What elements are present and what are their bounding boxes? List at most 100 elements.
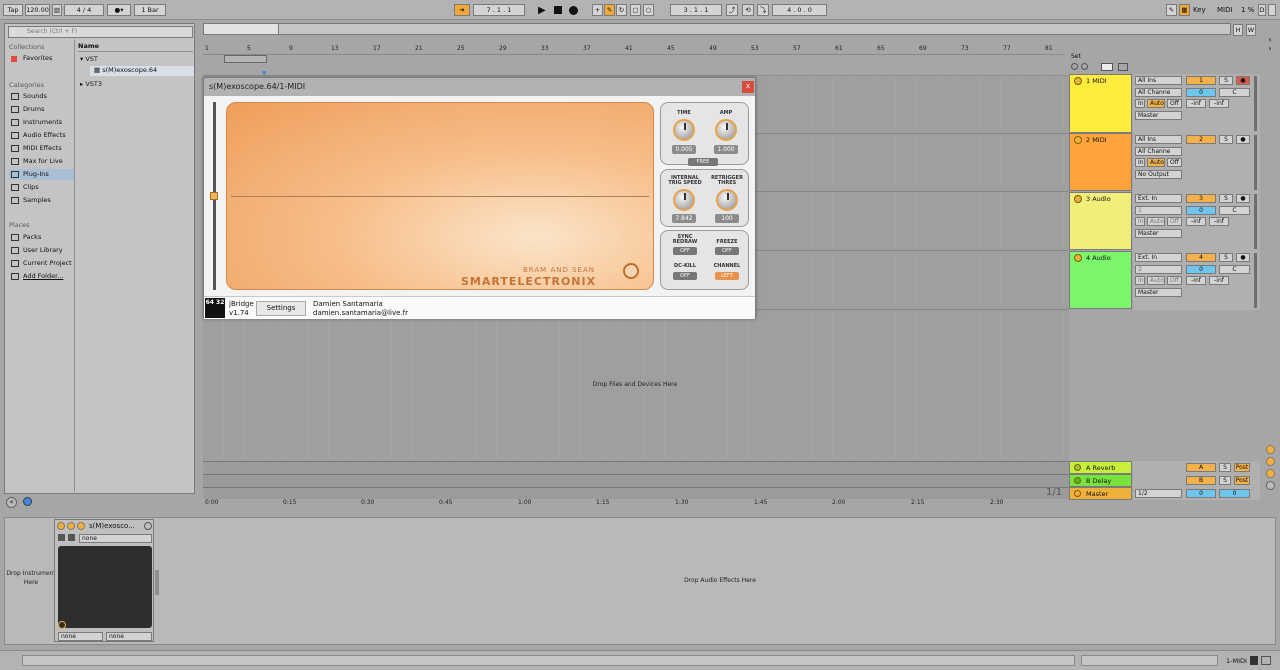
monitor-off[interactable]: Off [1167, 276, 1182, 285]
record-icon[interactable] [569, 6, 578, 15]
punch-in-icon[interactable]: ⤴ [726, 4, 738, 16]
time-signature[interactable]: 4 / 4 [64, 4, 104, 16]
input-channel-select[interactable]: All Channe [1135, 147, 1182, 156]
play-icon[interactable]: ▶ [538, 5, 546, 16]
back-to-arrangement-icon[interactable] [1071, 63, 1078, 70]
monitor-auto[interactable]: Auto [1147, 217, 1165, 226]
place-current-project[interactable]: Current Project [9, 258, 74, 269]
category-drums[interactable]: Drums [9, 104, 74, 115]
arm-record-icon[interactable]: ● [1236, 253, 1250, 262]
midi-map-button[interactable]: MIDI [1217, 6, 1233, 14]
input-channel-select[interactable]: 1 [1135, 206, 1182, 215]
w-button[interactable]: W [1246, 24, 1256, 36]
monitor-in[interactable]: In [1135, 276, 1145, 285]
send-a-field[interactable]: -inf [1186, 217, 1206, 226]
category-plug-ins[interactable]: Plug-Ins [9, 169, 74, 180]
key-map-button[interactable]: Key [1193, 6, 1206, 14]
input-type-select[interactable]: All Ins [1135, 76, 1182, 85]
master-routing-select[interactable]: 1/2 [1135, 489, 1182, 498]
device-fold-icon[interactable] [67, 522, 75, 530]
master-volume-field[interactable]: 0 [1186, 489, 1216, 498]
output-select[interactable]: Master [1135, 229, 1182, 238]
monitor-auto[interactable]: Auto [1147, 158, 1165, 167]
device-edit-icon[interactable] [77, 522, 85, 530]
category-instruments[interactable]: Instruments [9, 117, 74, 128]
post-button[interactable]: Post [1234, 463, 1250, 472]
monitor-auto[interactable]: Auto [1147, 99, 1165, 108]
lock-icon[interactable] [1118, 63, 1128, 71]
loop-start-field[interactable]: 3 . 1 . 1 [670, 4, 722, 16]
track-activator-icon[interactable] [1074, 77, 1082, 85]
arrangement-overview[interactable] [203, 23, 1231, 35]
overdub-icon[interactable]: + [592, 4, 603, 16]
trigger-slider-handle[interactable] [210, 192, 218, 200]
track-header-2-midi[interactable]: 2 MIDI [1069, 133, 1132, 191]
track-header-4-audio[interactable]: 4 Audio [1069, 251, 1132, 309]
tree-item-vst[interactable]: ▾ VST [80, 55, 98, 63]
io-toggle-icon[interactable] [1266, 457, 1275, 466]
left-select[interactable]: none [58, 632, 103, 641]
quantize-select[interactable]: 1 Bar [134, 4, 166, 16]
tap-button[interactable]: Tap [3, 4, 23, 16]
arrangement-overdub-icon[interactable]: ○ [643, 4, 654, 16]
track-header-3-audio[interactable]: 3 Audio [1069, 192, 1132, 250]
monitor-off[interactable]: Off [1167, 158, 1182, 167]
send-b-field[interactable]: -inf [1209, 217, 1229, 226]
automation-toggle-icon[interactable] [1101, 63, 1113, 71]
automation-arm-icon[interactable]: ✎ [604, 4, 615, 16]
loop-length-field[interactable]: 4 . 0 . 0 [772, 4, 827, 16]
place-packs[interactable]: Packs [9, 232, 74, 243]
category-midi-effects[interactable]: MIDI Effects [9, 143, 74, 154]
collapse-arrows-icon[interactable]: ‹ › [1265, 35, 1275, 63]
post-button[interactable]: Post [1234, 476, 1250, 485]
track-number-button[interactable]: 2 [1186, 135, 1216, 144]
category-audio-effects[interactable]: Audio Effects [9, 130, 74, 141]
solo-button[interactable]: S [1219, 76, 1233, 85]
beat-ruler[interactable]: 1 5 9 13 17 21 25 29 33 37 41 45 49 53 5… [203, 45, 1063, 55]
hide-detail-icon[interactable] [1261, 656, 1271, 665]
volume-field[interactable]: 0 [1186, 88, 1216, 97]
device-scroll-handle[interactable] [155, 570, 159, 595]
stop-icon[interactable] [554, 6, 562, 14]
arm-record-icon[interactable]: ● [1236, 194, 1250, 203]
category-max-for-live[interactable]: Max for Live [9, 156, 74, 167]
time-knob[interactable] [673, 119, 695, 141]
solo-button[interactable]: S [1219, 135, 1233, 144]
track-activator-icon[interactable] [1074, 490, 1081, 497]
follow-button[interactable]: ➔ [454, 4, 470, 16]
sync-redraw-toggle[interactable]: OFF [673, 247, 697, 255]
trig-speed-knob[interactable] [673, 189, 695, 211]
track-number-button[interactable]: 3 [1186, 194, 1216, 203]
name-column-header[interactable]: Name [78, 42, 193, 52]
loop-brace[interactable] [224, 55, 267, 63]
keyboard-icon[interactable]: ▦ [1179, 4, 1190, 16]
preset-select[interactable]: none [79, 534, 152, 543]
arm-record-icon[interactable]: ● [1236, 76, 1250, 85]
freeze-toggle[interactable]: OFF [715, 247, 739, 255]
close-icon[interactable]: x [742, 81, 754, 93]
session-record-icon[interactable]: ▢ [630, 4, 641, 16]
right-select[interactable]: none [106, 632, 152, 641]
device-config-icon[interactable] [68, 534, 75, 541]
return-track-a-reverb[interactable]: A Reverb [1069, 461, 1132, 474]
place-add-folder[interactable]: Add Folder... [9, 271, 74, 282]
output-select[interactable]: Master [1135, 111, 1182, 120]
device-activator-icon[interactable] [57, 522, 65, 530]
category-sounds[interactable]: Sounds [9, 91, 74, 102]
browser-toggle-icon[interactable]: « [6, 497, 17, 508]
input-type-select[interactable]: Ext. In [1135, 194, 1182, 203]
pan-field[interactable]: C [1219, 265, 1250, 274]
track-activator-icon[interactable] [1074, 195, 1082, 203]
metronome-icon[interactable]: ●▾ [107, 4, 131, 16]
device-expand-icon[interactable] [58, 534, 65, 541]
solo-cue-icon[interactable] [1081, 63, 1088, 70]
arm-record-icon[interactable]: ● [1236, 135, 1250, 144]
category-clips[interactable]: Clips [9, 182, 74, 193]
monitor-in[interactable]: In [1135, 217, 1145, 226]
sends-toggle-icon[interactable] [1266, 469, 1275, 478]
return-track-b-delay[interactable]: B Delay [1069, 474, 1132, 487]
retrigger-threshold-knob[interactable] [716, 189, 738, 211]
punch-out-icon[interactable]: ⤵ [757, 4, 769, 16]
monitor-in[interactable]: In [1135, 158, 1145, 167]
dc-kill-toggle[interactable]: OFF [673, 272, 697, 280]
